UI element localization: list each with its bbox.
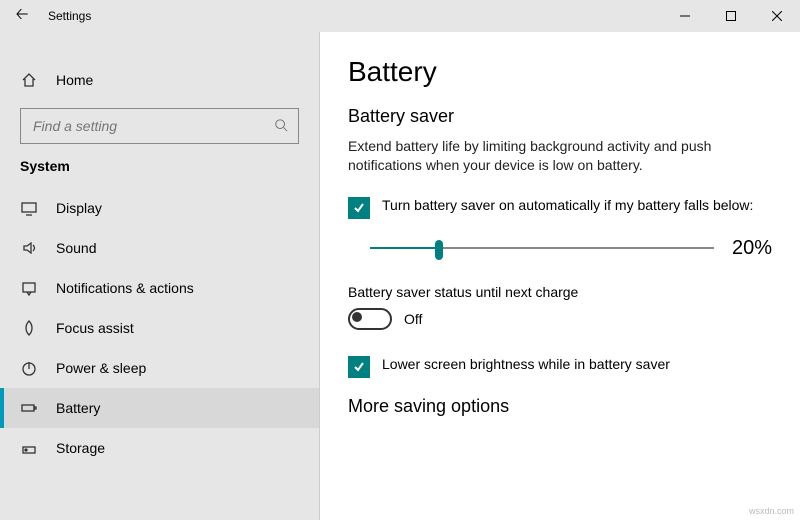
section-description: Extend battery life by limiting backgrou… [348,137,768,175]
back-button[interactable]: 🡠 [0,3,44,30]
battery-icon [20,400,38,416]
sidebar-item-sound[interactable]: Sound [0,228,319,268]
threshold-value: 20% [732,237,772,260]
display-icon [20,200,38,216]
section-heading: Battery saver [348,106,772,127]
sidebar-item-label: Notifications & actions [56,280,194,296]
sidebar-item-battery[interactable]: Battery [0,388,319,428]
brightness-label: Lower screen brightness while in battery… [382,356,670,372]
sound-icon [20,240,38,256]
storage-icon [20,440,38,456]
close-button[interactable] [754,0,800,32]
sidebar-item-display[interactable]: Display [0,188,319,228]
maximize-button[interactable] [708,0,754,32]
sidebar-item-label: Focus assist [56,320,134,336]
more-options-heading: More saving options [348,396,772,417]
sidebar-category: System [0,158,319,174]
threshold-slider[interactable] [370,238,714,258]
titlebar: 🡠 Settings [0,0,800,32]
notifications-icon [20,280,38,296]
auto-saver-checkbox[interactable] [348,197,370,219]
sidebar-home-label: Home [56,72,93,88]
sidebar-item-label: Power & sleep [56,360,146,376]
sidebar-item-label: Sound [56,240,96,256]
home-icon [20,72,38,88]
minimize-button[interactable] [662,0,708,32]
sidebar-item-storage[interactable]: Storage [0,428,319,468]
status-label: Battery saver status until next charge [348,284,772,300]
sidebar-item-label: Storage [56,440,105,456]
focus-assist-icon [20,320,38,336]
watermark: wsxdn.com [749,506,794,516]
sidebar-item-label: Display [56,200,102,216]
search-icon [274,118,288,135]
sidebar-item-label: Battery [56,400,100,416]
brightness-checkbox[interactable] [348,356,370,378]
sidebar-item-power-sleep[interactable]: Power & sleep [0,348,319,388]
sidebar-item-notifications[interactable]: Notifications & actions [0,268,319,308]
main-panel: Battery Battery saver Extend battery lif… [320,32,800,520]
sidebar: Home System Display Sound Notifications … [0,32,320,520]
sidebar-item-focus-assist[interactable]: Focus assist [0,308,319,348]
status-value: Off [404,311,422,327]
window-title: Settings [44,9,91,23]
page-title: Battery [348,56,772,88]
sidebar-home[interactable]: Home [0,60,319,100]
status-toggle[interactable] [348,308,392,330]
search-input[interactable] [31,117,266,135]
power-icon [20,360,38,376]
search-box[interactable] [20,108,299,144]
auto-saver-label: Turn battery saver on automatically if m… [382,197,753,213]
